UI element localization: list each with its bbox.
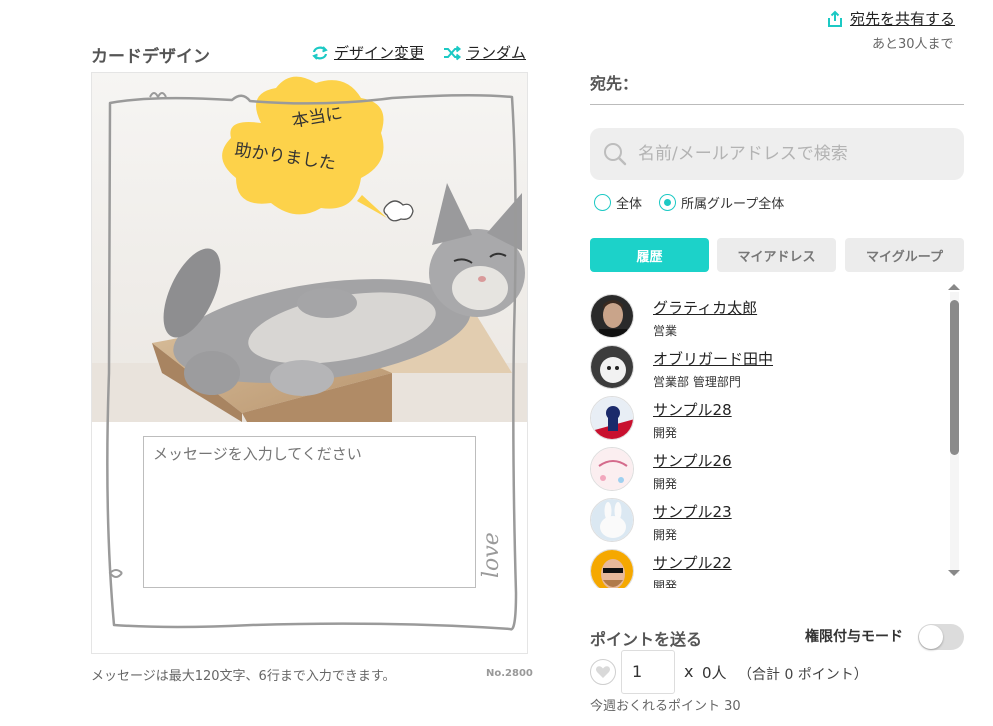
- recipient-dept: 開発: [653, 579, 678, 588]
- message-card: 本当に 助かりました love: [91, 72, 528, 654]
- share-recipients-link[interactable]: 宛先を共有する: [826, 8, 955, 29]
- scroll-thumb[interactable]: [950, 300, 959, 455]
- share-limit-note: あと30人まで: [872, 37, 954, 52]
- recipient-dept: 営業部 管理部門: [653, 375, 741, 389]
- tab-history[interactable]: 履歴: [590, 238, 709, 272]
- tab-my-address[interactable]: マイアドレス: [717, 238, 836, 272]
- recipient-name[interactable]: サンプル26: [653, 450, 732, 471]
- list-item[interactable]: オブリガード田中営業部 管理部門: [590, 345, 945, 391]
- random-label: ランダム: [466, 44, 527, 62]
- recipient-dept: 開発: [653, 528, 678, 542]
- recipient-dept: 営業: [653, 324, 678, 338]
- swap-icon: [312, 45, 328, 60]
- shuffle-icon: [444, 45, 462, 60]
- radio-group-circle[interactable]: [659, 194, 676, 211]
- list-item[interactable]: サンプル23 開発: [590, 498, 945, 544]
- points-quantity-input[interactable]: 1: [621, 650, 675, 694]
- change-design-label: デザイン変更: [334, 44, 425, 62]
- radio-all[interactable]: 全体: [594, 193, 642, 212]
- message-input[interactable]: [143, 436, 476, 588]
- send-points-title: ポイントを送る: [590, 630, 703, 649]
- points-total: （合計 0 ポイント）: [738, 667, 868, 683]
- toggle-knob: [919, 625, 943, 649]
- search-icon: [604, 143, 627, 166]
- avatar: [590, 447, 634, 491]
- list-item[interactable]: サンプル22 開発: [590, 549, 945, 588]
- radio-all-label: 全体: [616, 197, 643, 212]
- recipient-search-box[interactable]: [590, 128, 964, 180]
- recipient-dept: 開発: [653, 426, 678, 440]
- recipient-divider: [590, 104, 964, 105]
- weekly-points-remaining: 今週おくれるポイント 30: [590, 699, 741, 714]
- card-design-title: カードデザイン: [91, 47, 210, 67]
- recipient-name[interactable]: サンプル23: [653, 501, 732, 522]
- recipient-dept: 開発: [653, 477, 678, 491]
- random-design-link[interactable]: ランダム: [442, 42, 526, 63]
- change-design-link[interactable]: デザイン変更: [310, 42, 424, 63]
- recipient-history-list: グラティカ太郎営業 オブリガード田中営業部 管理部門 サンプル28 開発 サンプル…: [590, 290, 945, 588]
- avatar: [590, 498, 634, 542]
- avatar: [590, 345, 634, 389]
- recipient-list-scrollbar[interactable]: [946, 282, 962, 582]
- recipient-name[interactable]: グラティカ太郎: [653, 297, 757, 318]
- avatar: [590, 396, 634, 440]
- list-item[interactable]: サンプル26 開発: [590, 447, 945, 493]
- multiply-sign: x: [684, 662, 694, 681]
- list-item[interactable]: グラティカ太郎 営業: [590, 294, 945, 340]
- avatar: [590, 294, 634, 338]
- card-design-number: No.2800: [486, 668, 533, 679]
- scroll-down-arrow-icon[interactable]: [946, 568, 962, 578]
- recipient-name[interactable]: サンプル28: [653, 399, 732, 420]
- radio-group-all[interactable]: 所属グループ全体: [659, 193, 784, 212]
- avatar: [590, 549, 634, 588]
- list-item[interactable]: サンプル28 開発: [590, 396, 945, 442]
- tab-my-group[interactable]: マイグループ: [845, 238, 964, 272]
- recipient-label: 宛先：: [590, 74, 639, 93]
- heart-icon: [596, 666, 610, 678]
- share-label: 宛先を共有する: [850, 10, 956, 28]
- radio-all-circle[interactable]: [594, 194, 611, 211]
- recipient-count: 0人: [702, 664, 727, 682]
- grant-mode-toggle[interactable]: [918, 624, 964, 650]
- share-icon: [828, 10, 842, 27]
- recipient-name[interactable]: サンプル22: [653, 552, 732, 573]
- frame-love-text: love: [479, 532, 504, 578]
- recipient-name[interactable]: オブリガード田中: [653, 348, 773, 369]
- radio-group-label: 所属グループ全体: [681, 197, 785, 212]
- heart-button[interactable]: [590, 659, 616, 685]
- cat-in-box-photo: 本当に 助かりました: [92, 73, 527, 422]
- scroll-up-arrow-icon[interactable]: [946, 282, 962, 292]
- recipient-search-input[interactable]: [638, 144, 938, 164]
- grant-mode-label: 権限付与モード: [805, 629, 903, 645]
- message-limit-note: メッセージは最大120文字、6行まで入力できます。: [91, 669, 396, 684]
